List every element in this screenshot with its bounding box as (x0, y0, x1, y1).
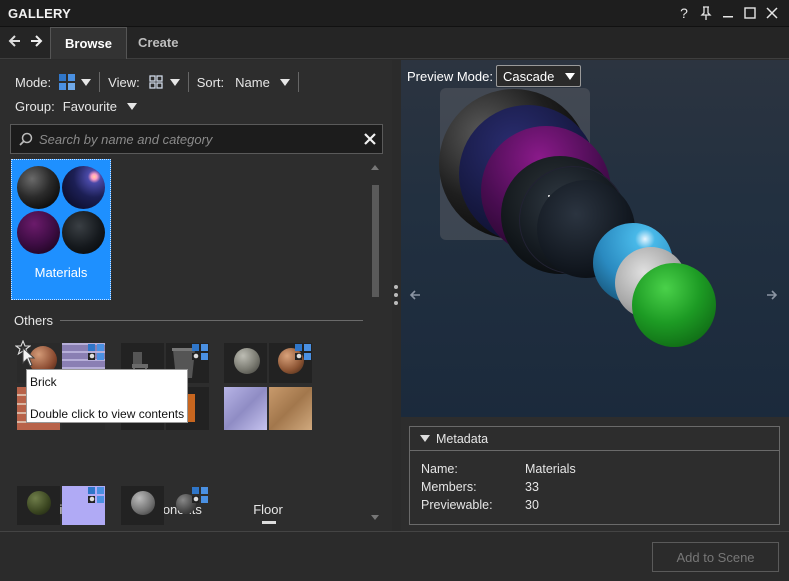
view-chevron-icon (169, 78, 180, 86)
search-box (10, 124, 383, 154)
metadata-key: Previewable: (421, 498, 493, 512)
sort-value: Name (235, 74, 270, 90)
maximize-icon[interactable] (739, 3, 761, 23)
group-label: Group: (15, 99, 55, 114)
close-icon[interactable] (761, 3, 783, 23)
preview-mode-label: Preview Mode: (407, 69, 493, 84)
preview-viewport: Preview Mode: Cascade (401, 60, 789, 417)
pin-icon[interactable] (695, 3, 717, 23)
sort-dropdown[interactable]: Name (235, 75, 290, 90)
gallery-scrollbar[interactable] (370, 160, 380, 525)
metadata-title: Metadata (436, 432, 489, 446)
preview-panel: Preview Mode: Cascade Metadata Name: Mat… (401, 60, 789, 531)
gallery-tile[interactable] (15, 485, 107, 525)
title-bar: GALLERY ? (0, 0, 789, 27)
tile-sphere-green (27, 491, 51, 515)
material-sphere-purple (17, 211, 60, 254)
section-divider (60, 320, 363, 321)
panel-splitter[interactable] (392, 60, 401, 531)
scrollbar-thumb[interactable] (372, 185, 379, 297)
metadata-collapse-icon[interactable] (420, 435, 430, 442)
tile-sphere-grey (131, 491, 155, 515)
material-sphere-black (17, 166, 60, 209)
footer-bar: Add to Scene (0, 531, 789, 581)
metadata-value: Materials (525, 462, 576, 476)
clear-search-icon[interactable] (364, 133, 376, 145)
metadata-key: Name: (421, 462, 458, 476)
view-label: View: (108, 74, 140, 90)
tab-browse[interactable]: Browse (50, 27, 127, 59)
splitter-dot (394, 285, 398, 289)
group-value: Favourite (62, 99, 117, 114)
forward-arrow-icon[interactable] (29, 34, 45, 50)
splitter-dot (394, 301, 398, 305)
preview-prev-icon[interactable] (409, 289, 421, 301)
search-icon (19, 132, 33, 146)
tooltip: Brick Double click to view contents (26, 369, 188, 423)
window-title: GALLERY (8, 6, 72, 21)
materials-tile-label: Materials (34, 265, 88, 280)
scroll-up-icon[interactable] (371, 164, 379, 170)
floor-thumb-3 (224, 387, 267, 430)
help-icon[interactable]: ? (673, 3, 695, 23)
preview-mode-select[interactable]: Cascade (496, 65, 581, 87)
metadata-panel: Metadata Name: Materials Members: 33 Pre… (409, 426, 780, 525)
preview-mode-chevron-icon (565, 73, 575, 80)
others-section-title: Others (14, 313, 54, 328)
gallery-badge-icon (295, 344, 311, 360)
metadata-header[interactable]: Metadata (410, 427, 779, 451)
tab-bar: Browse Create (0, 27, 789, 59)
tooltip-title: Brick (30, 375, 57, 389)
gallery-badge-icon (88, 487, 104, 503)
divider (187, 72, 189, 92)
gallery-badge-icon (192, 487, 208, 503)
gallery-badge-icon (192, 344, 208, 360)
metadata-value: 33 (525, 480, 539, 494)
drag-handle (262, 521, 276, 524)
floor-tile-label: Floor (253, 502, 283, 517)
browse-panel: Mode: View: Sort: Name Group: Favourite … (0, 60, 392, 531)
metadata-key: Members: (421, 480, 477, 494)
tab-create[interactable]: Create (124, 27, 192, 59)
cascade-sphere-green (632, 263, 716, 347)
sort-label: Sort: (196, 74, 225, 90)
view-dropdown[interactable] (149, 75, 180, 89)
mode-label: Mode: (15, 74, 52, 90)
material-sphere-navy (62, 166, 105, 209)
group-chevron-icon (126, 103, 137, 110)
mode-chevron-icon (81, 78, 92, 86)
tab-browse-label: Browse (65, 36, 112, 51)
mode-icon (59, 74, 76, 90)
gallery-badge-icon (88, 344, 104, 360)
mouse-cursor-icon (22, 347, 36, 367)
gallery-tile[interactable] (119, 485, 211, 525)
mode-dropdown[interactable] (59, 74, 92, 90)
materials-tile[interactable]: Materials (11, 159, 111, 300)
add-to-scene-button[interactable]: Add to Scene (652, 542, 779, 572)
scroll-down-icon[interactable] (371, 515, 379, 521)
tooltip-text: Double click to view contents (30, 407, 185, 421)
preview-next-icon[interactable] (766, 289, 778, 301)
floor-sphere-grey (234, 348, 260, 374)
tab-create-label: Create (138, 35, 179, 50)
floor-tile[interactable]: Floor (222, 340, 314, 517)
floor-thumb-4 (269, 387, 312, 430)
divider (297, 72, 299, 92)
preview-mode-value: Cascade (503, 69, 555, 84)
divider (99, 72, 101, 92)
group-dropdown[interactable]: Favourite (63, 99, 137, 114)
minimize-icon[interactable] (717, 3, 739, 23)
back-arrow-icon[interactable] (8, 34, 24, 50)
splitter-dot (394, 293, 398, 297)
sort-chevron-icon (279, 78, 290, 86)
metadata-value: 30 (525, 498, 539, 512)
search-input[interactable] (39, 130, 359, 148)
window-controls: ? (673, 3, 783, 23)
material-sphere-starfield (62, 211, 105, 254)
group-row: Group: Favourite (15, 99, 137, 114)
grid-view-icon (149, 75, 163, 89)
toolbar-row: Mode: View: Sort: Name (15, 72, 307, 92)
